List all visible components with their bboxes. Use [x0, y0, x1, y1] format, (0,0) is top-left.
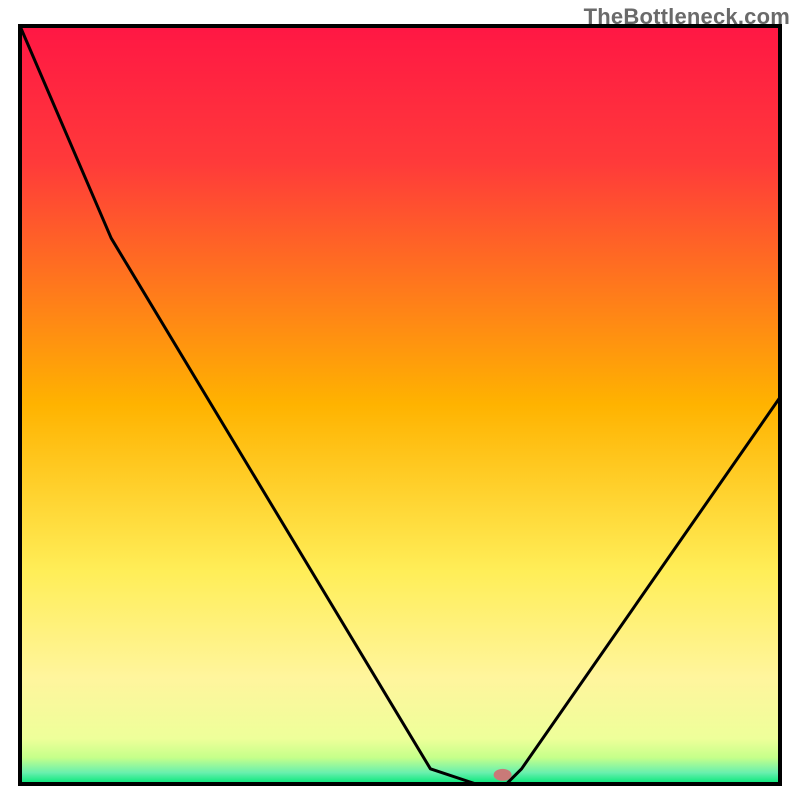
plot-background	[20, 26, 780, 784]
chart-container: TheBottleneck.com	[0, 0, 800, 800]
optimal-marker	[494, 769, 512, 781]
bottleneck-chart	[0, 0, 800, 800]
watermark-text: TheBottleneck.com	[584, 4, 790, 30]
